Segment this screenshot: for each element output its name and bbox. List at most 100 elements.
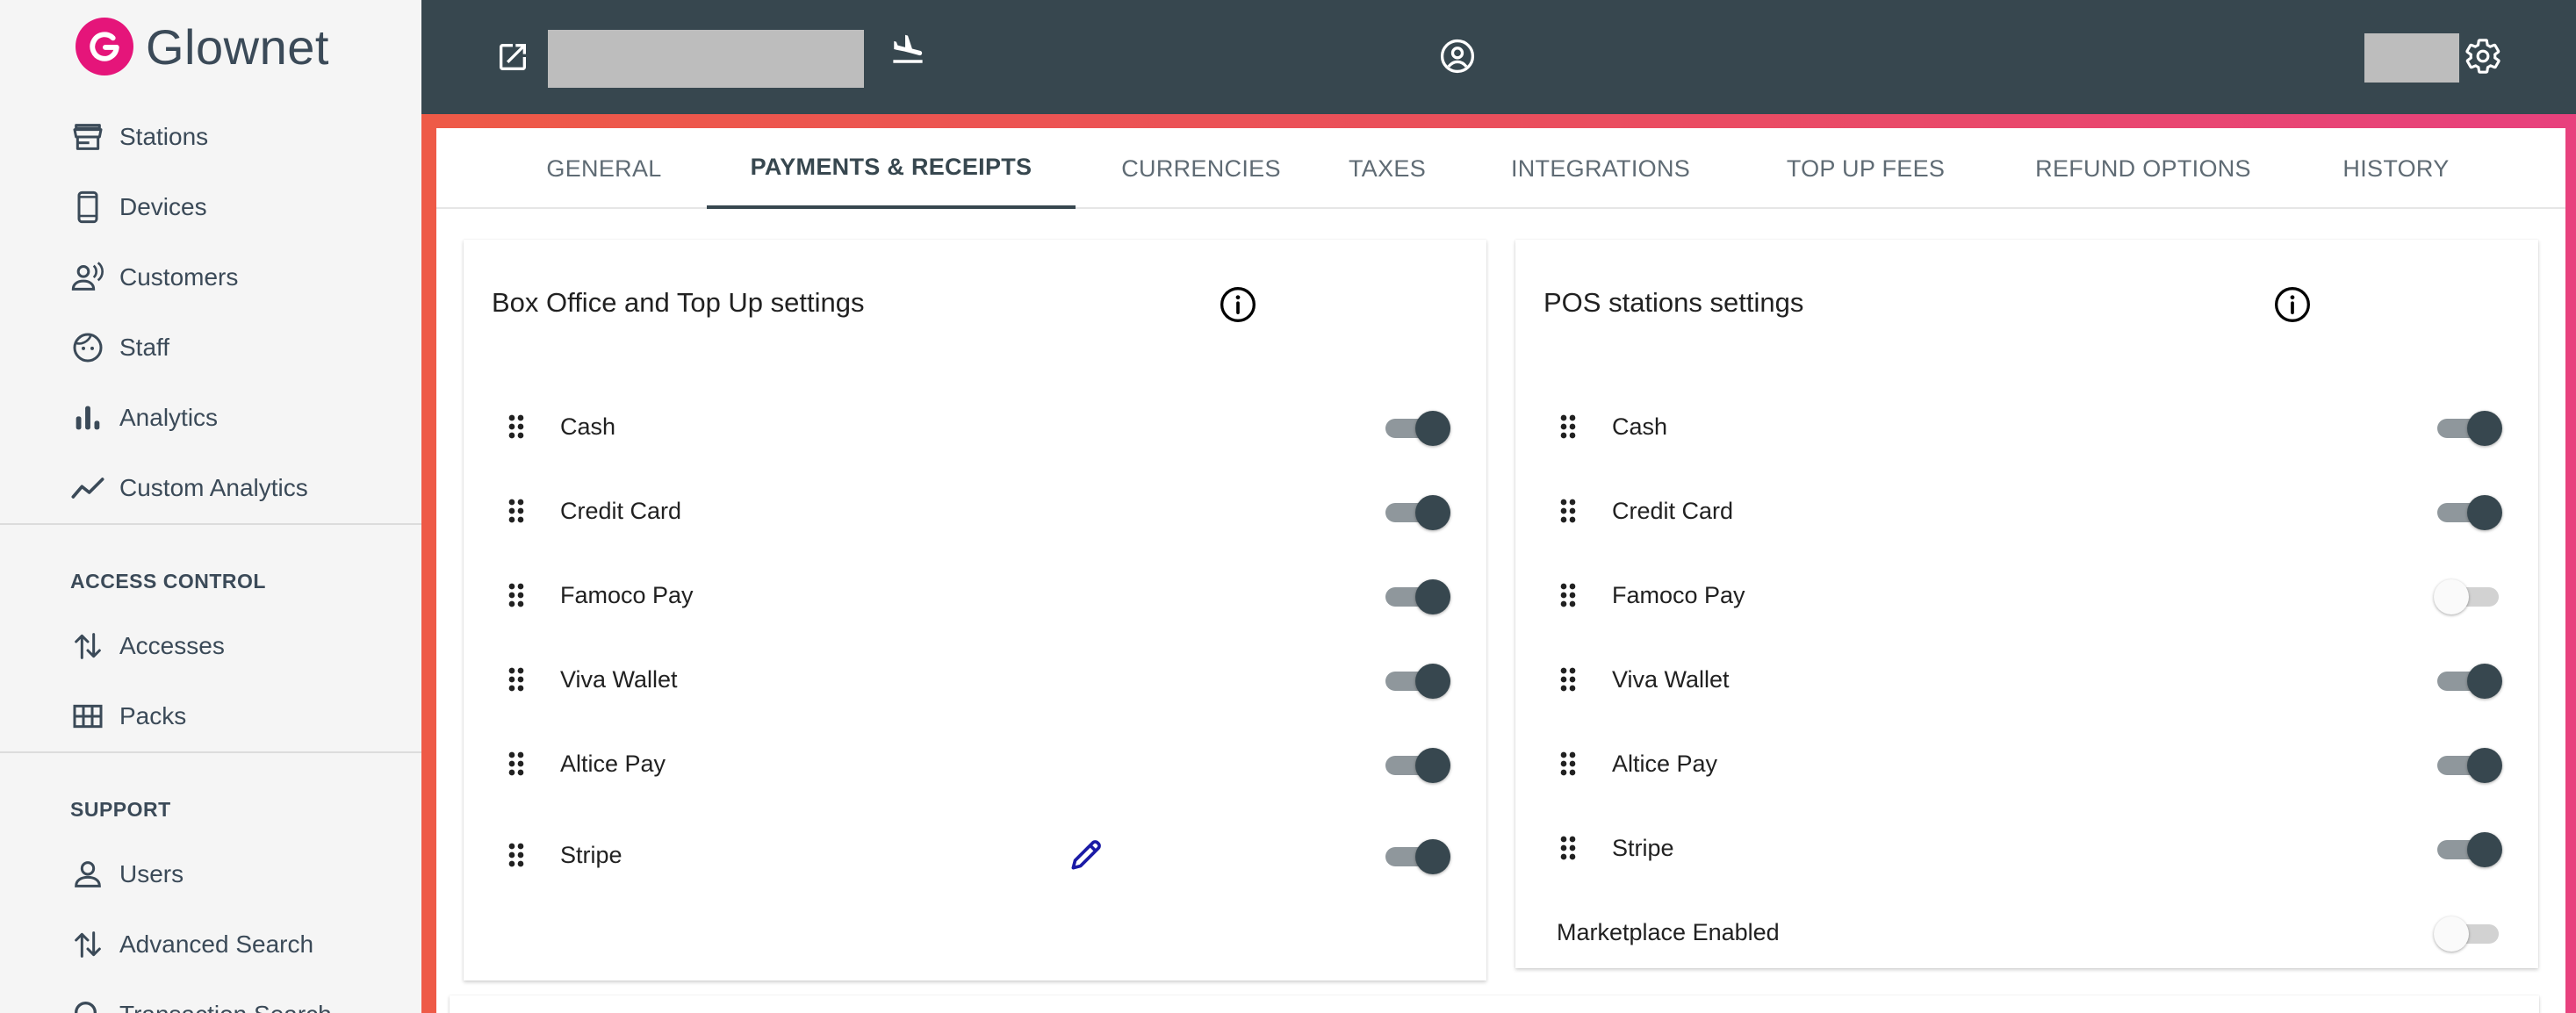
payment-method-row: Altice Pay xyxy=(1515,737,2538,790)
sidebar-item-label: Staff xyxy=(119,334,170,361)
drag-handle-icon[interactable] xyxy=(1551,662,1586,697)
store-icon xyxy=(73,124,103,150)
drag-handle-icon[interactable] xyxy=(1551,746,1586,781)
brand-logo[interactable]: Glownet xyxy=(76,16,329,77)
payment-method-toggle[interactable] xyxy=(1382,837,1452,874)
toggle-knob xyxy=(1415,495,1450,530)
drag-handle-icon[interactable] xyxy=(499,746,534,781)
drag-handle-icon[interactable] xyxy=(1551,830,1586,866)
box-office-settings-card: Box Office and Top Up settings Cash Cred… xyxy=(464,240,1486,981)
toggle-knob xyxy=(2467,664,2502,699)
sidebar-item-users[interactable]: Users xyxy=(70,848,183,901)
payment-method-toggle[interactable] xyxy=(1382,662,1452,699)
payment-method-toggle[interactable] xyxy=(2434,830,2504,867)
sidebar-item-transaction-search[interactable]: Transaction Search xyxy=(70,988,332,1013)
sidebar-item-label: Users xyxy=(119,860,184,887)
payment-method-label: Credit Card xyxy=(560,498,682,524)
payment-method-row: Viva Wallet xyxy=(1515,653,2538,706)
payment-method-label: Viva Wallet xyxy=(560,666,678,693)
phone-icon xyxy=(77,190,98,224)
sidebar-item-analytics[interactable]: Analytics xyxy=(70,392,218,444)
face-icon xyxy=(73,333,103,363)
sidebar-item-staff[interactable]: Staff xyxy=(70,321,169,374)
payment-method-label: Famoco Pay xyxy=(560,582,694,608)
payment-method-row: Altice Pay xyxy=(464,737,1486,790)
sidebar-item-accesses[interactable]: Accesses xyxy=(70,620,225,672)
event-name-placeholder[interactable] xyxy=(548,30,864,88)
toggle-knob xyxy=(1415,579,1450,614)
flight-land-icon[interactable] xyxy=(887,28,929,70)
gear-icon[interactable] xyxy=(2462,35,2504,77)
payment-method-toggle[interactable] xyxy=(1382,746,1452,783)
tab-bar: GENERAL PAYMENTS & RECEIPTS CURRENCIES T… xyxy=(436,128,2565,209)
sidebar-item-packs[interactable]: Packs xyxy=(70,690,186,743)
payment-method-toggle[interactable] xyxy=(2434,662,2504,699)
drag-handle-icon[interactable] xyxy=(499,662,534,697)
user-name-placeholder[interactable] xyxy=(2364,33,2459,83)
payment-method-label: Cash xyxy=(1612,413,1668,440)
drag-handle-icon[interactable] xyxy=(499,493,534,528)
logo-mark-icon xyxy=(76,18,133,75)
edit-pencil-icon[interactable] xyxy=(1067,836,1105,874)
payment-method-label: Stripe xyxy=(560,842,622,868)
tab-refund-options[interactable]: REFUND OPTIONS xyxy=(2004,128,2282,209)
toggle-knob xyxy=(1415,839,1450,874)
line-chart-icon xyxy=(71,478,104,499)
payment-method-toggle[interactable] xyxy=(2434,493,2504,530)
payment-method-row: Famoco Pay xyxy=(1515,569,2538,621)
sidebar-item-custom-analytics[interactable]: Custom Analytics xyxy=(70,462,308,514)
tab-general[interactable]: GENERAL xyxy=(530,128,678,209)
tab-history[interactable]: HISTORY xyxy=(2308,128,2484,209)
sidebar-item-label: Packs xyxy=(119,702,187,729)
drag-handle-icon[interactable] xyxy=(499,409,534,444)
account-circle-icon[interactable] xyxy=(1436,35,1479,77)
payment-method-label: Altice Pay xyxy=(560,751,666,777)
payment-method-toggle[interactable] xyxy=(1382,578,1452,614)
open-external-icon[interactable] xyxy=(492,36,534,78)
drag-handle-icon[interactable] xyxy=(1551,409,1586,444)
payment-method-toggle[interactable] xyxy=(2434,409,2504,446)
tab-taxes[interactable]: TAXES xyxy=(1327,128,1448,209)
toggle-knob xyxy=(1415,664,1450,699)
drag-handle-icon[interactable] xyxy=(1551,578,1586,613)
sidebar-item-label: Analytics xyxy=(119,404,219,431)
sidebar-item-advanced-search[interactable]: Advanced Search xyxy=(70,918,313,971)
sidebar-item-label: Custom Analytics xyxy=(119,474,308,501)
info-icon[interactable] xyxy=(1219,285,1257,324)
settings-panel: GENERAL PAYMENTS & RECEIPTS CURRENCIES T… xyxy=(436,128,2565,1013)
toggle-knob xyxy=(1415,411,1450,446)
sidebar-item-label: Transaction Search xyxy=(119,1001,332,1013)
brand-name: Glownet xyxy=(146,18,329,75)
tab-currencies[interactable]: CURRENCIES xyxy=(1102,128,1300,209)
sidebar-item-devices[interactable]: Devices xyxy=(70,181,207,233)
sidebar-item-customers[interactable]: Customers xyxy=(70,251,238,304)
payment-method-toggle[interactable] xyxy=(1382,493,1452,530)
tab-payments-receipts[interactable]: PAYMENTS & RECEIPTS xyxy=(707,128,1076,209)
payment-method-toggle[interactable] xyxy=(2434,746,2504,783)
toggle-knob xyxy=(2467,411,2502,446)
top-app-bar xyxy=(421,0,2576,114)
payment-method-row: Famoco Pay xyxy=(464,569,1486,621)
payment-method-row: Credit Card xyxy=(464,485,1486,537)
swap-vertical-icon xyxy=(75,633,101,659)
marketplace-toggle[interactable] xyxy=(2434,915,2504,952)
payment-method-label: Stripe xyxy=(1612,835,1674,861)
info-icon[interactable] xyxy=(2273,285,2312,324)
payment-method-row: Viva Wallet xyxy=(464,653,1486,706)
bar-chart-icon xyxy=(76,406,100,430)
sidebar-item-label: Stations xyxy=(119,123,209,150)
drag-handle-icon[interactable] xyxy=(499,837,534,873)
sidebar-item-label: Accesses xyxy=(119,632,225,659)
drag-handle-icon[interactable] xyxy=(499,578,534,613)
payment-method-label: Cash xyxy=(560,413,616,440)
sidebar-item-stations[interactable]: Stations xyxy=(70,111,208,163)
payment-method-row: Stripe xyxy=(1515,822,2538,874)
access-control-heading: ACCESS CONTROL xyxy=(70,570,266,593)
payment-method-toggle[interactable] xyxy=(2434,578,2504,614)
tab-top-up-fees[interactable]: TOP UP FEES xyxy=(1753,128,1978,209)
payment-method-toggle[interactable] xyxy=(1382,409,1452,446)
toggle-knob xyxy=(2467,832,2502,867)
drag-handle-icon[interactable] xyxy=(1551,493,1586,528)
support-heading: SUPPORT xyxy=(70,798,171,821)
tab-integrations[interactable]: INTEGRATIONS xyxy=(1474,128,1727,209)
